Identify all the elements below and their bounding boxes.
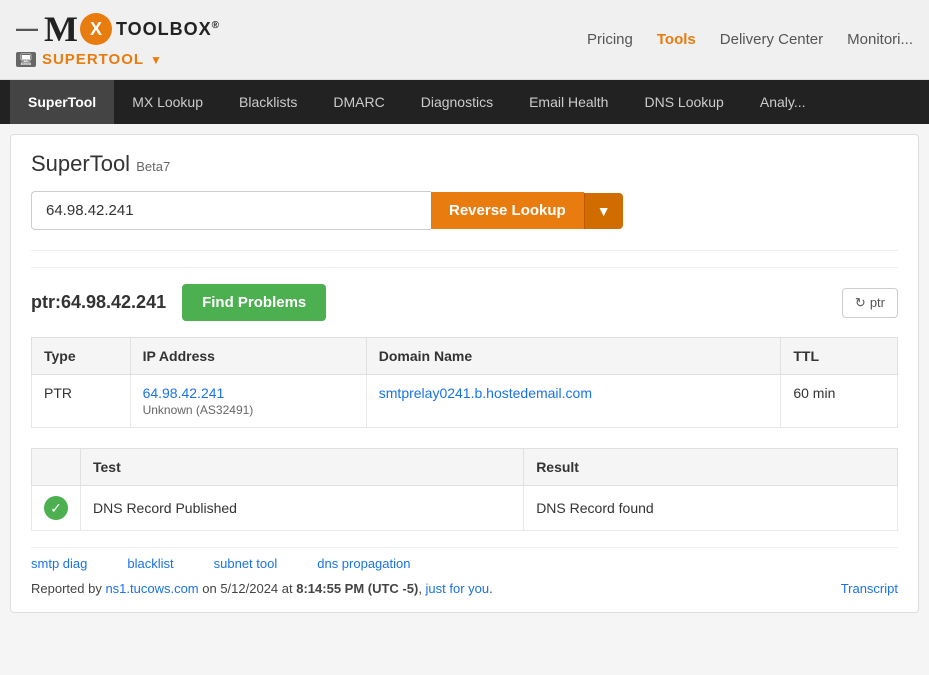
tab-supertool[interactable]: SuperTool	[10, 80, 114, 124]
nav-tools[interactable]: Tools	[657, 31, 696, 48]
pass-icon: ✓	[44, 496, 68, 520]
find-problems-button[interactable]: Find Problems	[182, 284, 326, 321]
test-table: Test Result ✓ DNS Record Published DNS R…	[31, 448, 898, 531]
logo-m-letter: M	[44, 11, 78, 47]
tab-bar: SuperTool MX Lookup Blacklists DMARC Dia…	[0, 80, 929, 124]
cell-ip: 64.98.42.241 Unknown (AS32491)	[130, 375, 366, 428]
logo-toolbox-text: TOOLBOX®	[116, 19, 220, 40]
footer-smtp-diag[interactable]: smtp diag	[31, 556, 87, 571]
nav-pricing[interactable]: Pricing	[587, 31, 633, 48]
supertool-dropdown-arrow[interactable]: ▼	[150, 53, 162, 67]
footer-subnet-tool[interactable]: subnet tool	[214, 556, 278, 571]
test-status-cell: ✓	[32, 486, 81, 531]
page-title-area: SuperTool Beta7	[31, 151, 898, 177]
ip-sub: Unknown (AS32491)	[143, 403, 254, 417]
supertool-text: SUPERTOOL	[42, 51, 144, 68]
reporter-link[interactable]: ns1.tucows.com	[105, 581, 198, 596]
test-row: ✓ DNS Record Published DNS Record found	[32, 486, 898, 531]
just-for-you-link[interactable]: just for you	[426, 581, 490, 596]
domain-link[interactable]: smtprelay0241.b.hostedemail.com	[379, 385, 592, 401]
ptr-section: ptr:64.98.42.241 Find Problems ↻ ptr Typ…	[31, 267, 898, 596]
test-name-cell: DNS Record Published	[81, 486, 524, 531]
results-table: Type IP Address Domain Name TTL PTR 64.9…	[31, 337, 898, 428]
main-content: SuperTool Beta7 Reverse Lookup ▼ ptr:64.…	[10, 134, 919, 613]
col-test: Test	[81, 449, 524, 486]
tab-diagnostics[interactable]: Diagnostics	[403, 80, 511, 124]
nav-monitoring[interactable]: Monitori...	[847, 31, 913, 48]
logo-area: — M X TOOLBOX® 🖥 SUPERTOOL ▼	[16, 11, 220, 68]
cell-ttl: 60 min	[781, 375, 898, 428]
report-time: 8:14:55 PM (UTC -5)	[296, 581, 418, 596]
col-ttl: TTL	[781, 338, 898, 375]
report-line: Reported by ns1.tucows.com on 5/12/2024 …	[31, 577, 898, 596]
search-bar: Reverse Lookup ▼	[31, 191, 898, 230]
footer-blacklist[interactable]: blacklist	[127, 556, 173, 571]
beta-badge: Beta7	[136, 159, 170, 174]
footer-links: smtp diag blacklist subnet tool dns prop…	[31, 547, 898, 577]
ptr-header: ptr:64.98.42.241 Find Problems ↻ ptr	[31, 284, 898, 321]
tab-blacklists[interactable]: Blacklists	[221, 80, 315, 124]
supertool-label-area: 🖥 SUPERTOOL ▼	[16, 51, 162, 68]
supertool-icon: 🖥	[16, 52, 36, 67]
search-input[interactable]	[31, 191, 431, 230]
ptr-refresh-button[interactable]: ↻ ptr	[842, 288, 898, 318]
reverse-lookup-dropdown[interactable]: ▼	[584, 193, 623, 229]
ptr-label: ptr:64.98.42.241	[31, 292, 166, 313]
tab-dmarc[interactable]: DMARC	[315, 80, 402, 124]
tab-dns-lookup[interactable]: DNS Lookup	[626, 80, 741, 124]
nav-delivery-center[interactable]: Delivery Center	[720, 31, 823, 48]
col-domain: Domain Name	[366, 338, 781, 375]
logo-image: — M X TOOLBOX®	[16, 11, 220, 47]
header: — M X TOOLBOX® 🖥 SUPERTOOL ▼ Pricing Too…	[0, 0, 929, 80]
page-title: SuperTool	[31, 151, 130, 176]
transcript-link[interactable]: Transcript	[841, 581, 898, 596]
tab-mx-lookup[interactable]: MX Lookup	[114, 80, 221, 124]
col-status-icon	[32, 449, 81, 486]
test-result-cell: DNS Record found	[524, 486, 898, 531]
cell-domain: smtprelay0241.b.hostedemail.com	[366, 375, 781, 428]
col-ip: IP Address	[130, 338, 366, 375]
col-type: Type	[32, 338, 131, 375]
col-result: Result	[524, 449, 898, 486]
table-row: PTR 64.98.42.241 Unknown (AS32491) smtpr…	[32, 375, 898, 428]
ip-link[interactable]: 64.98.42.241	[143, 385, 225, 401]
main-nav: Pricing Tools Delivery Center Monitori..…	[587, 31, 913, 48]
dash-icon: —	[16, 16, 38, 42]
refresh-icon: ↻	[855, 295, 866, 311]
tab-analysis[interactable]: Analy...	[742, 80, 824, 124]
logo-x-circle: X	[80, 13, 112, 45]
divider	[31, 250, 898, 251]
reverse-lookup-button[interactable]: Reverse Lookup	[431, 192, 584, 229]
ptr-refresh-label: ptr	[870, 295, 885, 310]
report-text: Reported by ns1.tucows.com on 5/12/2024 …	[31, 581, 493, 596]
footer-dns-propagation[interactable]: dns propagation	[317, 556, 410, 571]
cell-type: PTR	[32, 375, 131, 428]
tab-email-health[interactable]: Email Health	[511, 80, 626, 124]
